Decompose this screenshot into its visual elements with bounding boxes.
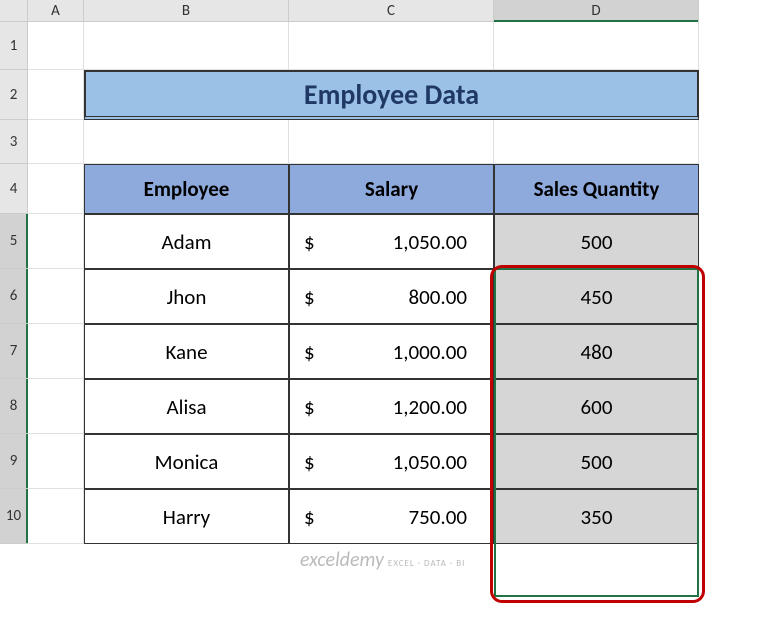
cell-sales-1[interactable]: 450	[494, 269, 699, 324]
col-header-a[interactable]: A	[28, 0, 84, 22]
currency-wrap: $ 1,050.00	[296, 449, 487, 475]
column-headers-row: A B C D	[0, 0, 767, 22]
cell-sales-3[interactable]: 600	[494, 379, 699, 434]
salary-value: 750.00	[408, 504, 467, 530]
cell-employee-2[interactable]: Kane	[84, 324, 289, 379]
cell-a2[interactable]	[28, 70, 84, 120]
col-header-d[interactable]: D	[494, 0, 699, 22]
cell-b1[interactable]	[84, 22, 289, 70]
currency-wrap: $ 1,200.00	[296, 394, 487, 420]
cell-salary-0[interactable]: $ 1,050.00	[289, 214, 494, 269]
row-1: 1	[0, 22, 767, 70]
cell-a7[interactable]	[28, 324, 84, 379]
currency-wrap: $ 1,000.00	[296, 339, 487, 365]
cell-a4[interactable]	[28, 164, 84, 214]
currency-symbol: $	[304, 339, 315, 365]
row-6: 6 Jhon $ 800.00 450	[0, 269, 767, 324]
cell-employee-3[interactable]: Alisa	[84, 379, 289, 434]
currency-symbol: $	[304, 284, 315, 310]
row-header-8[interactable]: 8	[0, 379, 28, 434]
row-4: 4 Employee Salary Sales Quantity	[0, 164, 767, 214]
col-header-b[interactable]: B	[84, 0, 289, 22]
cell-c1[interactable]	[289, 22, 494, 70]
watermark: exceldemy EXCEL · DATA · BI	[300, 548, 465, 572]
row-header-7[interactable]: 7	[0, 324, 28, 379]
cell-a10[interactable]	[28, 489, 84, 544]
select-all-corner[interactable]	[0, 0, 28, 22]
currency-symbol: $	[304, 394, 315, 420]
cell-a8[interactable]	[28, 379, 84, 434]
cell-c3[interactable]	[289, 120, 494, 164]
row-8: 8 Alisa $ 1,200.00 600	[0, 379, 767, 434]
salary-value: 1,200.00	[393, 394, 467, 420]
cell-sales-2[interactable]: 480	[494, 324, 699, 379]
cell-a9[interactable]	[28, 434, 84, 489]
salary-value: 1,000.00	[393, 339, 467, 365]
row-header-6[interactable]: 6	[0, 269, 28, 324]
spreadsheet: A B C D 1 2 Employee Data 3 4 Employee S…	[0, 0, 767, 544]
currency-wrap: $ 750.00	[296, 504, 487, 530]
row-7: 7 Kane $ 1,000.00 480	[0, 324, 767, 379]
watermark-sub: EXCEL · DATA · BI	[388, 558, 465, 569]
cell-a1[interactable]	[28, 22, 84, 70]
col-header-c[interactable]: C	[289, 0, 494, 22]
cell-salary-4[interactable]: $ 1,050.00	[289, 434, 494, 489]
row-10: 10 Harry $ 750.00 350	[0, 489, 767, 544]
cell-sales-4[interactable]: 500	[494, 434, 699, 489]
cell-sales-0[interactable]: 500	[494, 214, 699, 269]
salary-value: 1,050.00	[393, 449, 467, 475]
cell-salary-2[interactable]: $ 1,000.00	[289, 324, 494, 379]
cell-employee-0[interactable]: Adam	[84, 214, 289, 269]
row-3: 3	[0, 120, 767, 164]
header-sales[interactable]: Sales Quantity	[494, 164, 699, 214]
cell-sales-5[interactable]: 350	[494, 489, 699, 544]
header-salary[interactable]: Salary	[289, 164, 494, 214]
cell-a5[interactable]	[28, 214, 84, 269]
row-header-3[interactable]: 3	[0, 120, 28, 164]
currency-wrap: $ 800.00	[296, 284, 487, 310]
row-header-9[interactable]: 9	[0, 434, 28, 489]
row-9: 9 Monica $ 1,050.00 500	[0, 434, 767, 489]
row-header-1[interactable]: 1	[0, 22, 28, 70]
header-employee[interactable]: Employee	[84, 164, 289, 214]
watermark-main: exceldemy	[300, 548, 384, 572]
salary-value: 1,050.00	[393, 229, 467, 255]
cell-a3[interactable]	[28, 120, 84, 164]
currency-symbol: $	[304, 229, 315, 255]
cell-d1[interactable]	[494, 22, 699, 70]
cell-b3[interactable]	[84, 120, 289, 164]
title-cell[interactable]: Employee Data	[84, 70, 699, 120]
cell-employee-1[interactable]: Jhon	[84, 269, 289, 324]
cell-employee-4[interactable]: Monica	[84, 434, 289, 489]
salary-value: 800.00	[408, 284, 467, 310]
cell-d3[interactable]	[494, 120, 699, 164]
cell-a6[interactable]	[28, 269, 84, 324]
row-2: 2 Employee Data	[0, 70, 767, 120]
row-header-5[interactable]: 5	[0, 214, 28, 269]
cell-salary-3[interactable]: $ 1,200.00	[289, 379, 494, 434]
currency-symbol: $	[304, 449, 315, 475]
currency-wrap: $ 1,050.00	[296, 229, 487, 255]
cell-employee-5[interactable]: Harry	[84, 489, 289, 544]
row-header-2[interactable]: 2	[0, 70, 28, 120]
row-header-4[interactable]: 4	[0, 164, 28, 214]
row-5: 5 Adam $ 1,050.00 500	[0, 214, 767, 269]
row-header-10[interactable]: 10	[0, 489, 28, 544]
currency-symbol: $	[304, 504, 315, 530]
cell-salary-1[interactable]: $ 800.00	[289, 269, 494, 324]
cell-salary-5[interactable]: $ 750.00	[289, 489, 494, 544]
